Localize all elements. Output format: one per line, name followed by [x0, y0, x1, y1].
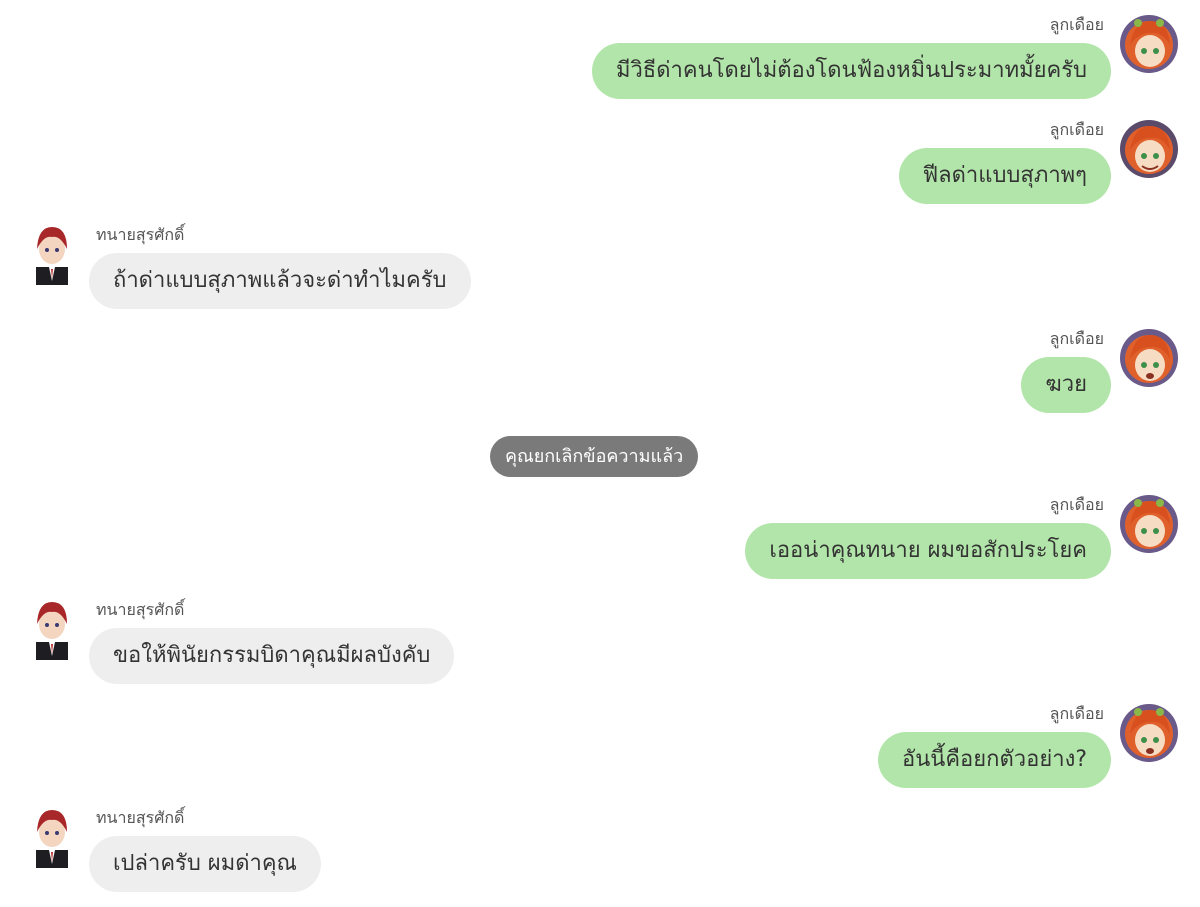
sender-name: ลูกเดือย: [1049, 120, 1104, 139]
unsent-message-notice: คุณยกเลิกข้อความแล้ว: [490, 436, 699, 477]
orange-hair-character-icon: [1120, 329, 1178, 387]
message-bubble[interactable]: ฟีลด่าแบบสุภาพๆ: [898, 148, 1111, 204]
self-avatar[interactable]: [1120, 120, 1178, 178]
red-hair-character-icon: [36, 810, 68, 868]
orange-hair-character-icon: [1120, 15, 1178, 73]
self-avatar[interactable]: [1120, 329, 1178, 387]
sender-name: ลูกเดือย: [1049, 495, 1104, 514]
message-bubble[interactable]: เปล่าครับ ผมด่าคุณ: [89, 836, 321, 892]
message-bubble[interactable]: อันนี้คือยกตัวอย่าง?: [878, 732, 1111, 788]
message-bubble[interactable]: ถ้าด่าแบบสุภาพแล้วจะด่าทำไมครับ: [89, 253, 471, 309]
orange-hair-character-icon: [1120, 120, 1178, 178]
message-bubble[interactable]: ฆวย: [1021, 357, 1111, 413]
lawyer-avatar[interactable]: [30, 598, 74, 660]
orange-hair-character-icon: [1120, 704, 1178, 762]
lawyer-avatar[interactable]: [30, 223, 74, 285]
orange-hair-character-icon: [1120, 495, 1178, 553]
self-avatar[interactable]: [1120, 704, 1178, 762]
sender-name: ลูกเดือย: [1049, 329, 1104, 348]
sender-name: ทนายสุรศักดิ์: [96, 808, 185, 827]
lawyer-avatar[interactable]: [30, 806, 74, 868]
message-bubble[interactable]: มีวิธีด่าคนโดยไม่ต้องโดนฟ้องหมิ่นประมาทม…: [591, 43, 1111, 99]
self-avatar[interactable]: [1120, 15, 1178, 73]
sender-name: ลูกเดือย: [1049, 704, 1104, 723]
red-hair-character-icon: [36, 227, 68, 285]
sender-name: ทนายสุรศักดิ์: [96, 600, 185, 619]
sender-name: ทนายสุรศักดิ์: [96, 225, 185, 244]
chat-thread: ลูกเดือย มีวิธีด่าคนโดยไม่ต้องโดนฟ้องหมิ…: [0, 0, 1200, 907]
message-bubble[interactable]: ขอให้พินัยกรรมบิดาคุณมีผลบังคับ: [89, 628, 455, 684]
sender-name: ลูกเดือย: [1049, 15, 1104, 34]
message-bubble[interactable]: เออน่าคุณทนาย ผมขอสักประโยค: [745, 523, 1111, 579]
red-hair-character-icon: [36, 602, 68, 660]
self-avatar[interactable]: [1120, 495, 1178, 553]
